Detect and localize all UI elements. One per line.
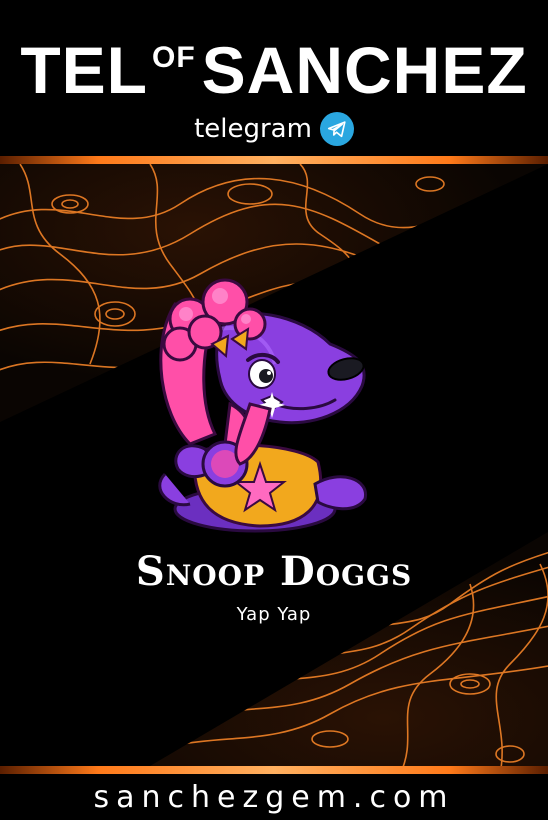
card-artwork (0, 164, 548, 766)
telegram-label: telegram (194, 114, 312, 144)
page-title: TEL OFSANCHEZ (0, 18, 548, 110)
bottom-divider (0, 766, 548, 774)
title-tel: TEL (20, 33, 148, 107)
character-name: Snoop Doggs (135, 548, 413, 595)
title-of: OF (151, 41, 196, 74)
website-link[interactable]: sanchezgem.com (0, 780, 548, 815)
title-sanchez: SANCHEZ (201, 33, 528, 107)
top-divider (0, 156, 548, 164)
telegram-icon (319, 112, 354, 146)
character-tagline: Yap Yap (236, 604, 312, 625)
telegram-link[interactable]: telegram (0, 112, 548, 146)
header: TEL OFSANCHEZ telegram (0, 0, 548, 158)
